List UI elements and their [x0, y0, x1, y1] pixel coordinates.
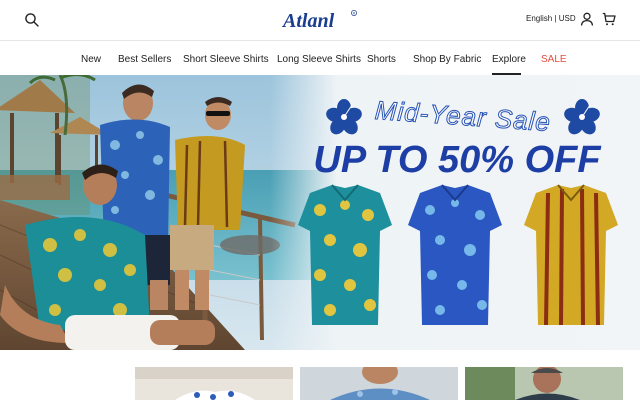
collection-card-2[interactable]: [300, 367, 458, 400]
hero-banner[interactable]: Mid-Year Sale UP TO 50% OFF: [0, 75, 640, 350]
nav-item-explore[interactable]: Explore: [492, 54, 526, 65]
brand-logo[interactable]: Atlanl R: [281, 8, 358, 32]
nav-item-sale[interactable]: SALE: [541, 54, 567, 65]
product-shirt-teal-yellow: [298, 184, 392, 325]
sale-subheadline: UP TO 50% OFF: [313, 139, 602, 181]
nav-item-short-sleeve-shirts[interactable]: Short Sleeve Shirts: [183, 54, 269, 65]
main-nav: New Best Sellers Short Sleeve Shirts Lon…: [0, 41, 640, 75]
account-icon[interactable]: [580, 12, 594, 26]
cart-icon[interactable]: [602, 12, 616, 26]
language-currency-selector[interactable]: English | USD: [526, 14, 576, 23]
nav-item-best-sellers[interactable]: Best Sellers: [118, 54, 171, 65]
nav-item-long-sleeve-shirts[interactable]: Long Sleeve Shirts: [277, 54, 361, 65]
featured-collection-row: [0, 350, 640, 400]
search-icon[interactable]: [24, 12, 40, 28]
logo-text: Atlanl: [282, 10, 335, 32]
collection-card-3[interactable]: [465, 367, 623, 400]
svg-text:R: R: [353, 12, 356, 16]
collection-card-1[interactable]: [135, 367, 293, 400]
nav-item-shop-by-fabric[interactable]: Shop By Fabric: [413, 54, 481, 65]
site-header: Atlanl R English | USD: [0, 0, 640, 40]
product-shirt-yellow-stripe: [524, 184, 618, 326]
nav-item-new[interactable]: New: [81, 54, 101, 65]
nav-item-shorts[interactable]: Shorts: [367, 54, 396, 65]
product-shirt-blue: [408, 184, 502, 325]
